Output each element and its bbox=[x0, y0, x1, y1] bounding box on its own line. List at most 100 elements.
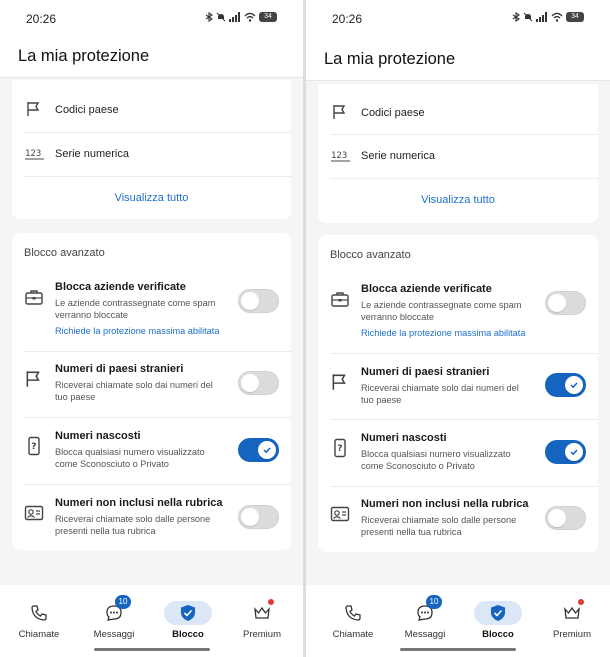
flag-icon bbox=[26, 371, 40, 387]
list-item-number-series[interactable]: 123 Serie numerica bbox=[318, 134, 598, 178]
option-title: Numeri non inclusi nella rubrica bbox=[361, 498, 529, 510]
nav-icon-wrap bbox=[548, 599, 596, 625]
divider-wrap bbox=[318, 419, 598, 420]
svg-text:123: 123 bbox=[25, 149, 41, 159]
hidden-numbers-toggle[interactable] bbox=[545, 440, 586, 464]
list-item-country-codes[interactable]: Codici paese bbox=[12, 88, 291, 132]
divider bbox=[24, 176, 291, 177]
option-description: Riceverai chiamate solo dai numeri del t… bbox=[55, 380, 213, 402]
flag-icon bbox=[332, 374, 346, 390]
toggle-knob bbox=[565, 443, 583, 461]
status-icons: 34 bbox=[512, 12, 584, 22]
nav-icon-wrap bbox=[474, 601, 522, 625]
check-icon bbox=[570, 382, 578, 389]
option-description: Blocca qualsiasi numero visualizzato com… bbox=[361, 449, 511, 471]
bottom-navigation: Chiamate 10 Messaggi Blocco Premium bbox=[0, 585, 303, 657]
list-item-country-codes[interactable]: Codici paese bbox=[318, 91, 598, 135]
divider-wrap bbox=[12, 351, 291, 352]
toggle-knob bbox=[548, 294, 566, 312]
divider bbox=[330, 419, 598, 420]
crown-icon bbox=[254, 606, 270, 619]
option-description: Riceverai chiamate solo dalle persone pr… bbox=[361, 515, 517, 537]
check-icon bbox=[263, 447, 271, 454]
hidden-numbers-toggle[interactable] bbox=[238, 438, 279, 462]
nav-icon-wrap bbox=[238, 599, 286, 625]
divider bbox=[24, 417, 291, 418]
toggle-knob bbox=[241, 374, 259, 392]
not-in-contacts-toggle[interactable] bbox=[545, 506, 586, 530]
briefcase-icon bbox=[331, 292, 349, 307]
section-title: Blocco avanzato bbox=[330, 249, 411, 261]
option-block-verified-businesses: Blocca aziende verificate Le aziende con… bbox=[12, 281, 291, 351]
nav-label: Blocco bbox=[172, 629, 204, 640]
wifi-icon bbox=[551, 12, 563, 22]
not-in-contacts-toggle[interactable] bbox=[238, 505, 279, 529]
requires-max-protection-link[interactable]: Richiede la protezione massima abilitata bbox=[55, 326, 219, 336]
divider-wrap bbox=[12, 417, 291, 418]
foreign-numbers-toggle[interactable] bbox=[238, 371, 279, 395]
phone-screen-right: 20:26 34 La mia protezione Codici paese … bbox=[306, 0, 610, 657]
toggle-knob bbox=[548, 509, 566, 527]
nav-calls[interactable]: Chiamate bbox=[323, 601, 383, 640]
page-title: La mia protezione bbox=[324, 50, 456, 68]
toggle-knob bbox=[565, 376, 583, 394]
flag-icon bbox=[333, 105, 346, 119]
option-description: Blocca qualsiasi numero visualizzato com… bbox=[55, 447, 205, 469]
notification-dot bbox=[268, 599, 274, 605]
option-title: Numeri nascosti bbox=[55, 430, 141, 442]
requires-max-protection-link[interactable]: Richiede la protezione massima abilitata bbox=[361, 328, 525, 338]
divider bbox=[330, 353, 598, 354]
number-series-icon: 123 bbox=[25, 149, 44, 160]
option-hidden-numbers: ? Numeri nascosti Blocca qualsiasi numer… bbox=[12, 430, 291, 484]
block-verified-businesses-toggle[interactable] bbox=[238, 289, 279, 313]
nav-premium[interactable]: Premium bbox=[542, 599, 602, 640]
home-indicator[interactable] bbox=[400, 648, 516, 651]
shield-check-icon bbox=[181, 605, 195, 621]
nav-messages[interactable]: 10 Messaggi bbox=[395, 595, 455, 640]
status-bar: 20:26 34 bbox=[306, 0, 610, 38]
view-all-link[interactable]: Visualizza tutto bbox=[12, 192, 291, 204]
nav-icon-wrap bbox=[15, 601, 63, 625]
nav-icon-wrap: 10 bbox=[401, 595, 449, 625]
block-verified-businesses-toggle[interactable] bbox=[545, 291, 586, 315]
home-indicator[interactable] bbox=[93, 648, 210, 651]
mute-icon bbox=[523, 12, 533, 22]
toggle-knob bbox=[258, 441, 276, 459]
flag-icon bbox=[27, 102, 40, 116]
option-foreign-numbers: Numeri di paesi stranieri Riceverai chia… bbox=[12, 363, 291, 417]
list-item-label: Codici paese bbox=[55, 104, 119, 116]
option-title: Blocca aziende verificate bbox=[55, 281, 186, 293]
contact-card-icon bbox=[24, 505, 44, 521]
nav-block[interactable]: Blocco bbox=[468, 601, 528, 640]
crown-icon bbox=[564, 606, 580, 619]
divider-wrap bbox=[12, 484, 291, 485]
advanced-blocking-card: Blocco avanzato Blocca aziende verificat… bbox=[318, 235, 598, 552]
nav-calls[interactable]: Chiamate bbox=[9, 601, 69, 640]
divider bbox=[24, 351, 291, 352]
option-description: Le aziende contrassegnate come spam verr… bbox=[55, 298, 216, 320]
nav-messages[interactable]: 10 Messaggi bbox=[84, 595, 144, 640]
bottom-navigation: Chiamate 10 Messaggi Blocco Premium bbox=[306, 585, 610, 657]
nav-label: Premium bbox=[242, 629, 281, 640]
option-description: Riceverai chiamate solo dalle persone pr… bbox=[55, 514, 211, 536]
number-series-icon: 123 bbox=[331, 151, 350, 162]
page-title: La mia protezione bbox=[18, 47, 150, 65]
list-item-label: Serie numerica bbox=[361, 150, 435, 162]
contact-card-icon bbox=[330, 506, 350, 522]
bluetooth-icon bbox=[205, 12, 213, 22]
nav-block[interactable]: Blocco bbox=[158, 601, 218, 640]
view-all-link[interactable]: Visualizza tutto bbox=[318, 194, 598, 206]
divider bbox=[330, 486, 598, 487]
option-foreign-numbers: Numeri di paesi stranieri Riceverai chia… bbox=[318, 366, 598, 420]
list-item-number-series[interactable]: 123 Serie numerica bbox=[12, 132, 291, 176]
option-block-verified-businesses: Blocca aziende verificate Le aziende con… bbox=[318, 283, 598, 353]
status-time: 20:26 bbox=[332, 12, 363, 26]
option-numbers-not-in-contacts: Numeri non inclusi nella rubrica Ricever… bbox=[318, 498, 598, 548]
status-icons: 34 bbox=[205, 12, 277, 22]
signal-icon bbox=[536, 12, 547, 22]
nav-icon-wrap bbox=[164, 601, 212, 625]
battery-icon: 34 bbox=[259, 12, 277, 22]
blocked-list-card: Codici paese 123 Serie numerica Visualiz… bbox=[12, 80, 291, 219]
nav-premium[interactable]: Premium bbox=[232, 599, 292, 640]
foreign-numbers-toggle[interactable] bbox=[545, 373, 586, 397]
